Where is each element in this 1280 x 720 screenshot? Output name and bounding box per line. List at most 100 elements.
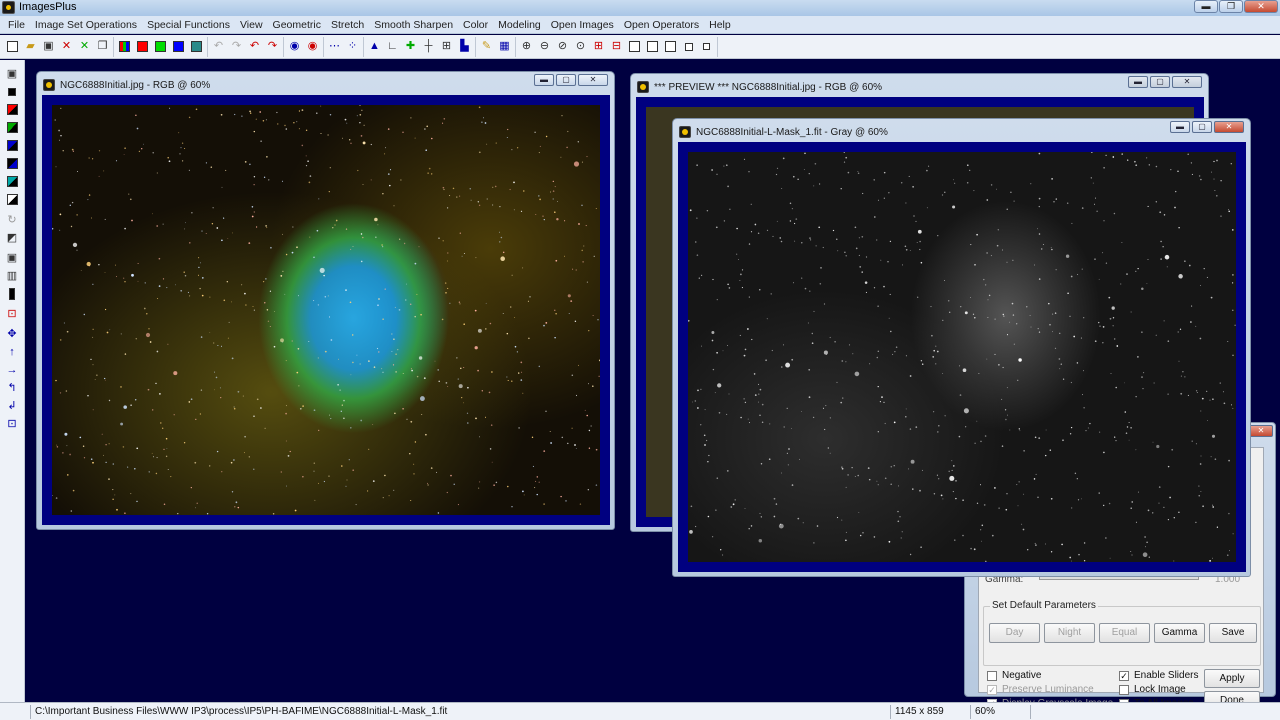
arrow-turn-icon[interactable]: ↰ — [4, 380, 20, 395]
save-disk-icon[interactable]: ▣ — [40, 38, 57, 55]
axis-icon[interactable]: ∟ — [384, 38, 401, 55]
menu-image-set-operations[interactable]: Image Set Operations — [30, 19, 142, 31]
lock-image-checkbox[interactable]: Lock Image — [1119, 684, 1186, 695]
enable-sliders-checkbox-box: ✓ — [1119, 670, 1129, 681]
mask-image-canvas[interactable] — [688, 152, 1236, 562]
blue-channel-icon[interactable] — [170, 38, 187, 55]
arrow-up-icon[interactable]: ↑ — [4, 344, 20, 359]
green-cross-icon[interactable]: ✚ — [402, 38, 419, 55]
undo-disabled-icon[interactable]: ↶ — [210, 38, 227, 55]
black-square-icon[interactable] — [4, 84, 20, 99]
menu-smooth-sharpen[interactable]: Smooth Sharpen — [369, 19, 458, 31]
menu-geometric[interactable]: Geometric — [268, 19, 326, 31]
gamma-button[interactable]: Gamma — [1154, 623, 1205, 643]
save-button[interactable]: Save — [1209, 623, 1257, 643]
rotate-icon[interactable]: ↻ — [4, 212, 20, 227]
grid-icon[interactable] — [188, 38, 205, 55]
save-icon[interactable]: ▣ — [4, 66, 20, 81]
mask-maximize-button[interactable]: ▢ — [1192, 121, 1212, 133]
rgb-maximize-button[interactable]: ▢ — [556, 74, 576, 86]
frame-icon[interactable]: ⊡ — [4, 416, 20, 431]
blue-black-icon[interactable] — [4, 138, 20, 153]
menu-view[interactable]: View — [235, 19, 268, 31]
menu-open-images[interactable]: Open Images — [546, 19, 619, 31]
zoom-in-icon[interactable]: ⊕ — [518, 38, 535, 55]
rgb-channels-icon[interactable] — [116, 38, 133, 55]
frame-2-icon[interactable] — [644, 38, 661, 55]
triangle-icon[interactable]: ▲ — [366, 38, 383, 55]
frame-4-icon[interactable] — [680, 38, 697, 55]
close-all-icon[interactable]: ✕ — [76, 38, 93, 55]
blue-black-2-icon[interactable] — [4, 156, 20, 171]
dots-icon[interactable]: ⋯ — [326, 38, 343, 55]
green-black-icon[interactable] — [4, 120, 20, 135]
day-button[interactable]: Day — [989, 623, 1040, 643]
menu-help[interactable]: Help — [704, 19, 736, 31]
crop-icon[interactable]: ⊡ — [4, 306, 20, 321]
arrow-return-icon[interactable]: ↲ — [4, 398, 20, 413]
black-white-icon[interactable] — [4, 192, 20, 207]
menu-open-operators[interactable]: Open Operators — [619, 19, 704, 31]
grid-box-icon[interactable]: ⊞ — [438, 38, 455, 55]
open-folder-icon[interactable]: ▰ — [22, 38, 39, 55]
red-channel-icon[interactable] — [134, 38, 151, 55]
menu-stretch[interactable]: Stretch — [326, 19, 369, 31]
apply-button[interactable]: Apply — [1204, 669, 1260, 688]
rgb-close-button[interactable]: ✕ — [578, 74, 608, 86]
target-square-icon[interactable]: ▣ — [4, 250, 20, 265]
mask-minimize-button[interactable]: ▬ — [1170, 121, 1190, 133]
chart-icon[interactable]: ▙ — [456, 38, 473, 55]
enable-sliders-checkbox[interactable]: ✓ Enable Sliders — [1119, 670, 1198, 681]
dialog-close-button[interactable]: ✕ — [1249, 425, 1273, 437]
bars-icon[interactable]: ▥ — [4, 268, 20, 283]
redo-disabled-icon[interactable]: ↷ — [228, 38, 245, 55]
frame-1-icon[interactable] — [626, 38, 643, 55]
menu-color[interactable]: Color — [458, 19, 493, 31]
red-black-icon[interactable] — [4, 102, 20, 117]
night-button[interactable]: Night — [1044, 623, 1095, 643]
rgb-minimize-button[interactable]: ▬ — [534, 74, 554, 86]
close-image-icon[interactable]: ✕ — [58, 38, 75, 55]
preview-close-button[interactable]: ✕ — [1172, 76, 1202, 88]
undo-icon[interactable]: ↶ — [246, 38, 263, 55]
arrow-right-icon[interactable]: → — [4, 362, 20, 377]
black-bar-icon[interactable] — [4, 286, 20, 301]
crosshair-icon[interactable]: ┼ — [420, 38, 437, 55]
plus-box-icon[interactable]: ⊞ — [590, 38, 607, 55]
zoom-fit-icon[interactable]: ⊘ — [554, 38, 571, 55]
preserve-luminance-checkbox[interactable]: ✓ Preserve Luminance — [987, 684, 1094, 695]
rgb-image-canvas[interactable] — [52, 105, 600, 515]
close-button[interactable]: ✕ — [1244, 0, 1278, 13]
diagonal-icon[interactable]: ◩ — [4, 230, 20, 245]
menu-file[interactable]: File — [3, 19, 30, 31]
minus-box-icon[interactable]: ⊟ — [608, 38, 625, 55]
rgb-image-window[interactable]: NGC6888Initial.jpg - RGB @ 60% ▬ ▢ ✕ — [36, 71, 615, 530]
frame-5-icon[interactable] — [698, 38, 715, 55]
menu-special-functions[interactable]: Special Functions — [142, 19, 235, 31]
lock-image-label: Lock Image — [1134, 684, 1186, 695]
green-channel-icon[interactable] — [152, 38, 169, 55]
cyan-black-icon[interactable] — [4, 174, 20, 189]
mask-close-button[interactable]: ✕ — [1214, 121, 1244, 133]
zoom-out-icon[interactable]: ⊖ — [536, 38, 553, 55]
menu-modeling[interactable]: Modeling — [493, 19, 546, 31]
red-circle-icon[interactable]: ◉ — [304, 38, 321, 55]
minimize-button[interactable]: ▬ — [1194, 0, 1218, 13]
zoom-actual-icon[interactable]: ⊙ — [572, 38, 589, 55]
image-icon — [43, 79, 55, 91]
equal-button[interactable]: Equal — [1099, 623, 1150, 643]
preview-maximize-button[interactable]: ▢ — [1150, 76, 1170, 88]
copy-image-icon[interactable]: ❐ — [94, 38, 111, 55]
new-file-icon[interactable] — [4, 38, 21, 55]
maximize-button[interactable]: ❐ — [1219, 0, 1243, 13]
move-icon[interactable]: ✥ — [4, 326, 20, 341]
negative-checkbox[interactable]: Negative — [987, 670, 1041, 681]
frame-3-icon[interactable] — [662, 38, 679, 55]
blue-circle-icon[interactable]: ◉ — [286, 38, 303, 55]
preview-minimize-button[interactable]: ▬ — [1128, 76, 1148, 88]
mask-image-window[interactable]: NGC6888Initial-L-Mask_1.fit - Gray @ 60%… — [672, 118, 1251, 577]
scatter-icon[interactable]: ⁘ — [344, 38, 361, 55]
pencil-icon[interactable]: ✎ — [478, 38, 495, 55]
mosaic-icon[interactable]: ▦ — [496, 38, 513, 55]
redo-icon[interactable]: ↷ — [264, 38, 281, 55]
